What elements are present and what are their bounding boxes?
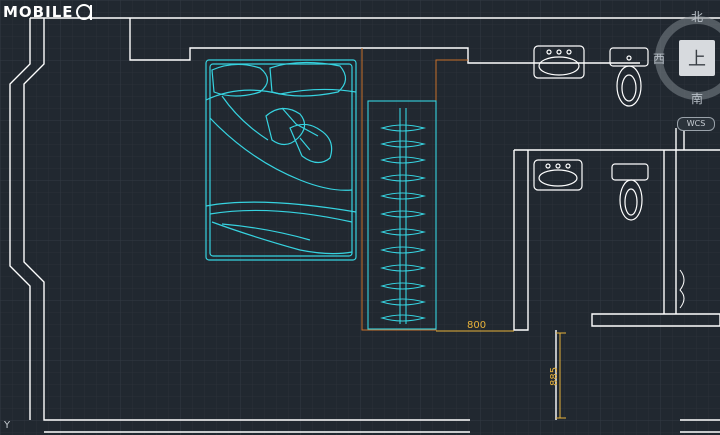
wcs-menu[interactable]: WCS <box>677 117 715 131</box>
ucs-y-axis-label: Y <box>4 420 11 431</box>
cad-viewport[interactable]: MOBILE 北 西 南 上 WCS 800 885 Y <box>0 0 720 435</box>
mobile01-logo: MOBILE <box>3 2 94 22</box>
drawing-canvas[interactable] <box>0 0 720 435</box>
grid <box>0 0 720 435</box>
dimension-width-text[interactable]: 800 <box>467 320 486 331</box>
dimension-height-text[interactable]: 885 <box>549 367 560 386</box>
viewcube-north-label[interactable]: 北 <box>691 8 703 25</box>
viewcube-west-label[interactable]: 西 <box>653 50 665 67</box>
logo-mark-icon <box>75 4 92 20</box>
logo-text: MOBILE <box>3 3 74 21</box>
viewcube-top-face[interactable]: 上 <box>679 40 715 76</box>
viewcube-south-label[interactable]: 南 <box>691 90 703 107</box>
